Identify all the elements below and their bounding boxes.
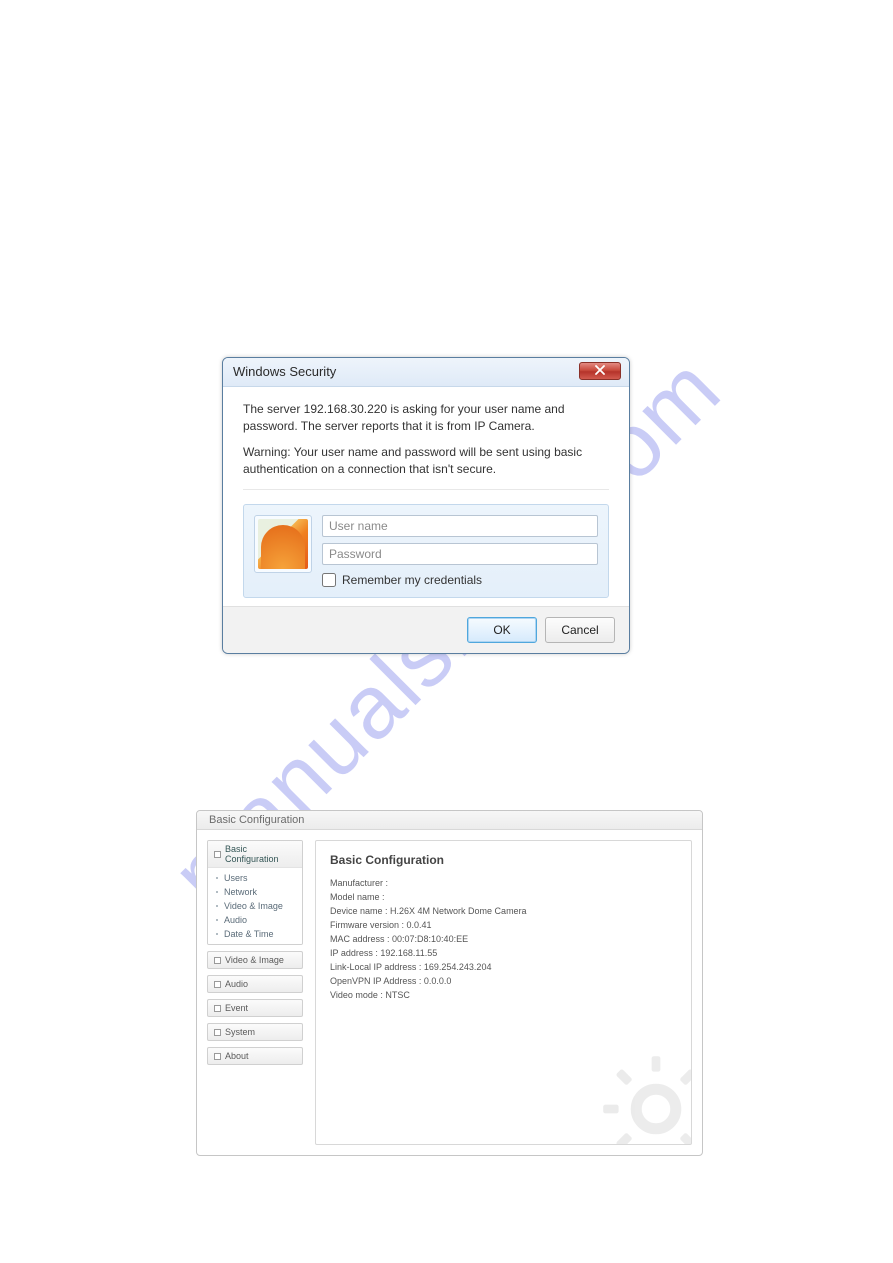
config-field-row: Firmware version : 0.0.41 [330,919,677,933]
sidebar-item-users[interactable]: Users [208,871,302,885]
dialog-message-1: The server 192.168.30.220 is asking for … [243,401,609,436]
sidebar-head-basic-configuration[interactable]: Basic Configuration [208,841,302,868]
gear-icon [601,1054,692,1145]
sidebar-group-video-image[interactable]: Video & Image [207,951,303,969]
config-field-row: Video mode : NTSC [330,989,677,1003]
sidebar-item-date-time[interactable]: Date & Time [208,927,302,941]
credentials-fields: Remember my credentials [322,515,598,587]
sidebar-item-video-image[interactable]: Video & Image [208,899,302,913]
collapse-icon [214,851,221,858]
dialog-body: The server 192.168.30.220 is asking for … [223,387,629,606]
expand-icon [214,957,221,964]
remember-label: Remember my credentials [342,573,482,587]
config-field-row: Manufacturer : [330,877,677,891]
sidebar-item-audio[interactable]: Audio [208,913,302,927]
expand-icon [214,1029,221,1036]
dialog-divider [243,489,609,490]
username-input[interactable] [322,515,598,537]
credentials-panel: Remember my credentials [243,504,609,598]
config-field-row: Device name : H.26X 4M Network Dome Came… [330,905,677,919]
sidebar-group-audio[interactable]: Audio [207,975,303,993]
sidebar-group-label: Audio [225,979,248,989]
sidebar-nav-basic: Users Network Video & Image Audio Date &… [208,868,302,944]
content-title: Basic Configuration [330,853,677,867]
config-rows: Manufacturer : Model name : Device name … [330,877,677,1002]
cancel-button[interactable]: Cancel [545,617,615,643]
config-field-row: MAC address : 00:07:D8:10:40:EE [330,933,677,947]
sidebar-group-label: Event [225,1003,248,1013]
config-field-row: OpenVPN IP Address : 0.0.0.0 [330,975,677,989]
windows-security-dialog: Windows Security The server 192.168.30.2… [222,357,630,654]
config-field-row: Link-Local IP address : 169.254.243.204 [330,961,677,975]
sidebar-group-system[interactable]: System [207,1023,303,1041]
sidebar-head-label: Basic Configuration [225,844,296,864]
config-content-panel: Basic Configuration Manufacturer : Model… [315,840,692,1145]
dialog-message-2: Warning: Your user name and password wil… [243,444,609,479]
dialog-title: Windows Security [233,364,336,379]
basic-configuration-window: Basic Configuration Basic Configuration … [196,810,703,1156]
dialog-footer: OK Cancel [223,606,629,653]
expand-icon [214,981,221,988]
config-body: Basic Configuration Users Network Video … [197,830,702,1155]
sidebar-group-label: System [225,1027,255,1037]
config-header: Basic Configuration [197,811,702,830]
expand-icon [214,1005,221,1012]
config-field-row: IP address : 192.168.11.55 [330,947,677,961]
sidebar-group-label: Video & Image [225,955,284,965]
close-icon [595,362,605,380]
sidebar-group-about[interactable]: About [207,1047,303,1065]
expand-icon [214,1053,221,1060]
dialog-titlebar: Windows Security [223,358,629,387]
sidebar-group-basic: Basic Configuration Users Network Video … [207,840,303,945]
config-field-row: Model name : [330,891,677,905]
sidebar-item-network[interactable]: Network [208,885,302,899]
password-input[interactable] [322,543,598,565]
remember-checkbox[interactable] [322,573,336,587]
user-avatar-icon [254,515,312,573]
sidebar-group-label: About [225,1051,249,1061]
ok-button[interactable]: OK [467,617,537,643]
close-button[interactable] [579,362,621,380]
sidebar-group-event[interactable]: Event [207,999,303,1017]
remember-row[interactable]: Remember my credentials [322,573,598,587]
config-sidebar: Basic Configuration Users Network Video … [207,840,303,1145]
